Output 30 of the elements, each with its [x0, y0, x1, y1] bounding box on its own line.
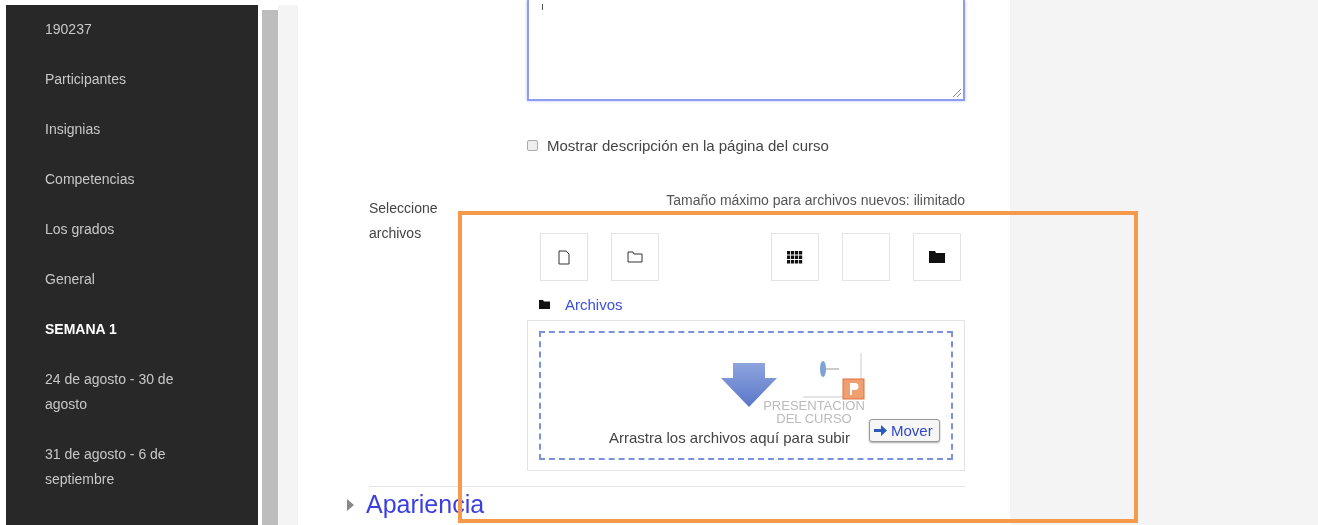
folder-icon — [539, 300, 550, 309]
toolbar-button[interactable] — [771, 233, 819, 281]
sidebar-item[interactable]: 190237 — [6, 17, 152, 67]
move-tooltip: Mover — [869, 419, 940, 442]
sidebar-item[interactable]: Los grados — [6, 217, 175, 267]
checkbox[interactable] — [527, 140, 538, 151]
sidebar-heading: SEMANA 1 — [44, 320, 118, 339]
folder-icon — [627, 251, 643, 263]
sidebar-item[interactable]: Insignias — [6, 117, 161, 167]
file-icon — [558, 249, 570, 265]
sidebar-item[interactable]: 24 de agosto - 30 de agosto — [6, 367, 258, 442]
dropzone-text: Arrastra los archivos aquí para subir — [609, 429, 850, 446]
resize-grip-icon — [953, 89, 961, 97]
checkbox-label: Mostrar descripción en la página del curso — [547, 137, 829, 154]
collapsed-icon[interactable] — [346, 498, 354, 511]
scrollbar[interactable] — [262, 10, 278, 525]
max-size-text: Tamaño máximo para archivos nuevos: ilimitado — [666, 192, 965, 208]
field-label: Seleccione archivos — [369, 199, 439, 243]
folder-icon — [929, 251, 945, 263]
sidebar-item[interactable]: General — [6, 267, 155, 317]
arrow-icon — [874, 425, 887, 436]
toolbar-button[interactable] — [913, 233, 961, 281]
sidebar-item[interactable]: 31 de agosto - 6 de septiembre — [6, 442, 258, 517]
description-field[interactable] — [527, 0, 965, 101]
dropzone[interactable]: PRESENTACION DEL CURSO Arrastra los archivos aquí para subir Mover — [527, 320, 965, 471]
sidebar-item[interactable]: Participantes — [6, 67, 186, 117]
grid-icon — [787, 250, 803, 264]
sidebar-item[interactable]: Competencias — [6, 167, 195, 217]
drag-file-label: PRESENTACION DEL CURSO — [763, 399, 865, 425]
folder-link[interactable]: Archivos — [565, 296, 623, 313]
